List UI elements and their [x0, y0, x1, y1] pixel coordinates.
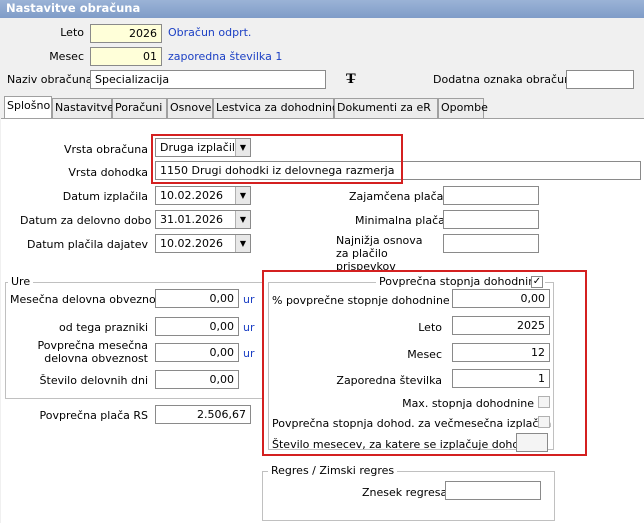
minimalna-input[interactable]: [443, 210, 539, 229]
highlight-dohodnina: [262, 270, 587, 456]
naziv-label: Naziv obračuna: [7, 73, 93, 86]
leto-label: Leto: [60, 26, 84, 39]
highlight-vrsta: [151, 134, 403, 184]
datum-dajatev-input[interactable]: 10.02.2026 ▼: [155, 234, 251, 253]
ure-row-label: Število delovnih dni: [39, 374, 148, 387]
naziv-input[interactable]: Specializacija: [90, 70, 326, 89]
text-format-icon[interactable]: T̶: [346, 72, 356, 87]
vrsta-obracuna-label: Vrsta obračuna: [63, 143, 148, 156]
najnizja-input[interactable]: [443, 234, 539, 253]
dodatna-label: Dodatna oznaka obračuna: [433, 73, 578, 86]
leto-input[interactable]: 2026: [90, 24, 162, 43]
tab-osnove[interactable]: Osnove: [167, 98, 213, 118]
tab-poracuni[interactable]: Poračuni: [112, 98, 167, 118]
mesec-label: Mesec: [49, 50, 84, 63]
dodatna-input[interactable]: [566, 70, 634, 89]
datum-dajatev-label: Datum plačila dajatev: [27, 238, 148, 251]
tab-opombe[interactable]: Opombe: [438, 98, 488, 118]
window-title: Nastavitve obračuna: [0, 0, 644, 18]
ure-unit: ur: [243, 321, 255, 334]
minimalna-label: Minimalna plača: [355, 214, 445, 227]
datum-izplacila-label: Datum izplačila: [62, 190, 148, 203]
ure-group-title: Ure: [8, 275, 34, 288]
zajamcena-label: Zajamčena plača: [349, 190, 444, 203]
povprecna-placa-input[interactable]: 2.506,67: [155, 405, 251, 424]
ure-unit: ur: [243, 293, 255, 306]
leto-info: Obračun odprt.: [168, 26, 252, 39]
ure-row-input[interactable]: 0,00: [155, 370, 239, 389]
povprecna-placa-label: Povprečna plača RS: [39, 409, 148, 422]
ure-row-input[interactable]: 0,00: [155, 289, 239, 308]
ure-row-label: Povprečna mesečna delovna obveznost: [37, 339, 148, 365]
chevron-down-icon[interactable]: ▼: [235, 187, 250, 204]
tab-splosno[interactable]: Splošno: [4, 96, 52, 119]
zajamcena-input[interactable]: [443, 186, 539, 205]
chevron-down-icon[interactable]: ▼: [235, 211, 250, 228]
datum-delo-input[interactable]: 31.01.2026 ▼: [155, 210, 251, 229]
tab-dokumenti[interactable]: Dokumenti za eR: [334, 98, 438, 118]
znesek-regresa-label: Znesek regresa: [362, 486, 448, 499]
tab-nastavitve[interactable]: Nastavitve: [52, 98, 114, 118]
datum-delo-label: Datum za delovno dobo: [20, 214, 152, 227]
ure-row-label: od tega prazniki: [59, 321, 148, 334]
regres-group-title: Regres / Zimski regres: [268, 464, 398, 477]
chevron-down-icon[interactable]: ▼: [235, 235, 250, 252]
ure-row-input[interactable]: 0,00: [155, 317, 239, 336]
najnizja-label: Najnižja osnova za plačilo prispevkov: [336, 234, 423, 273]
ure-row-label: Mesečna delovna obveznost: [10, 293, 166, 306]
mesec-info: zaporedna številka 1: [168, 50, 283, 63]
znesek-regresa-input[interactable]: [445, 481, 541, 500]
datum-izplacila-input[interactable]: 10.02.2026 ▼: [155, 186, 251, 205]
mesec-input[interactable]: 01: [90, 47, 162, 66]
tab-lestvica[interactable]: Lestvica za dohodnino: [213, 98, 339, 118]
vrsta-dohodka-label: Vrsta dohodka: [68, 166, 148, 179]
ure-unit: ur: [243, 347, 255, 360]
ure-row-input[interactable]: 0,00: [155, 343, 239, 362]
